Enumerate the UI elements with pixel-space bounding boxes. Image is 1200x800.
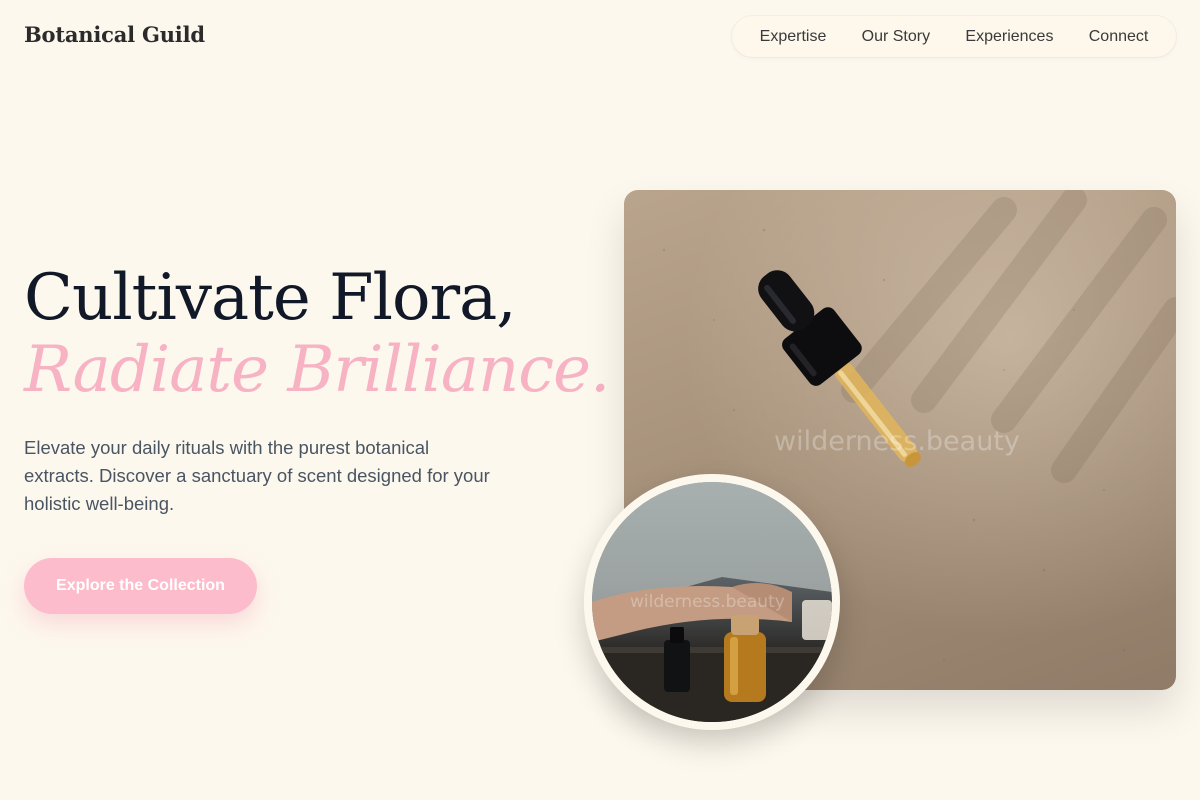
hero-subtitle: Elevate your daily rituals with the pure… (24, 437, 490, 514)
hero-title-line1: Cultivate Flora, (24, 261, 517, 335)
explore-collection-button[interactable]: Explore the Collection (24, 558, 257, 614)
circle-image-watermark: wilderness.beauty (630, 592, 785, 612)
image-watermark: wilderness.beauty (774, 426, 1020, 457)
hero-title: Cultivate Flora, Radiate Brilliance. (24, 261, 610, 407)
main-nav: Expertise Our Story Experiences Connect (732, 16, 1176, 57)
nav-item-experiences[interactable]: Experiences (961, 22, 1057, 52)
landing-page: Botanical Guild Expertise Our Story Expe… (0, 0, 1200, 800)
oil-bottles-image: wilderness.beauty (584, 474, 840, 730)
hero-title-line2: Radiate Brilliance. (24, 333, 610, 407)
nav-item-our-story[interactable]: Our Story (858, 22, 934, 52)
nav-item-connect[interactable]: Connect (1085, 22, 1153, 52)
nav-item-expertise[interactable]: Expertise (756, 22, 831, 52)
site-logo[interactable]: Botanical Guild (24, 22, 205, 47)
